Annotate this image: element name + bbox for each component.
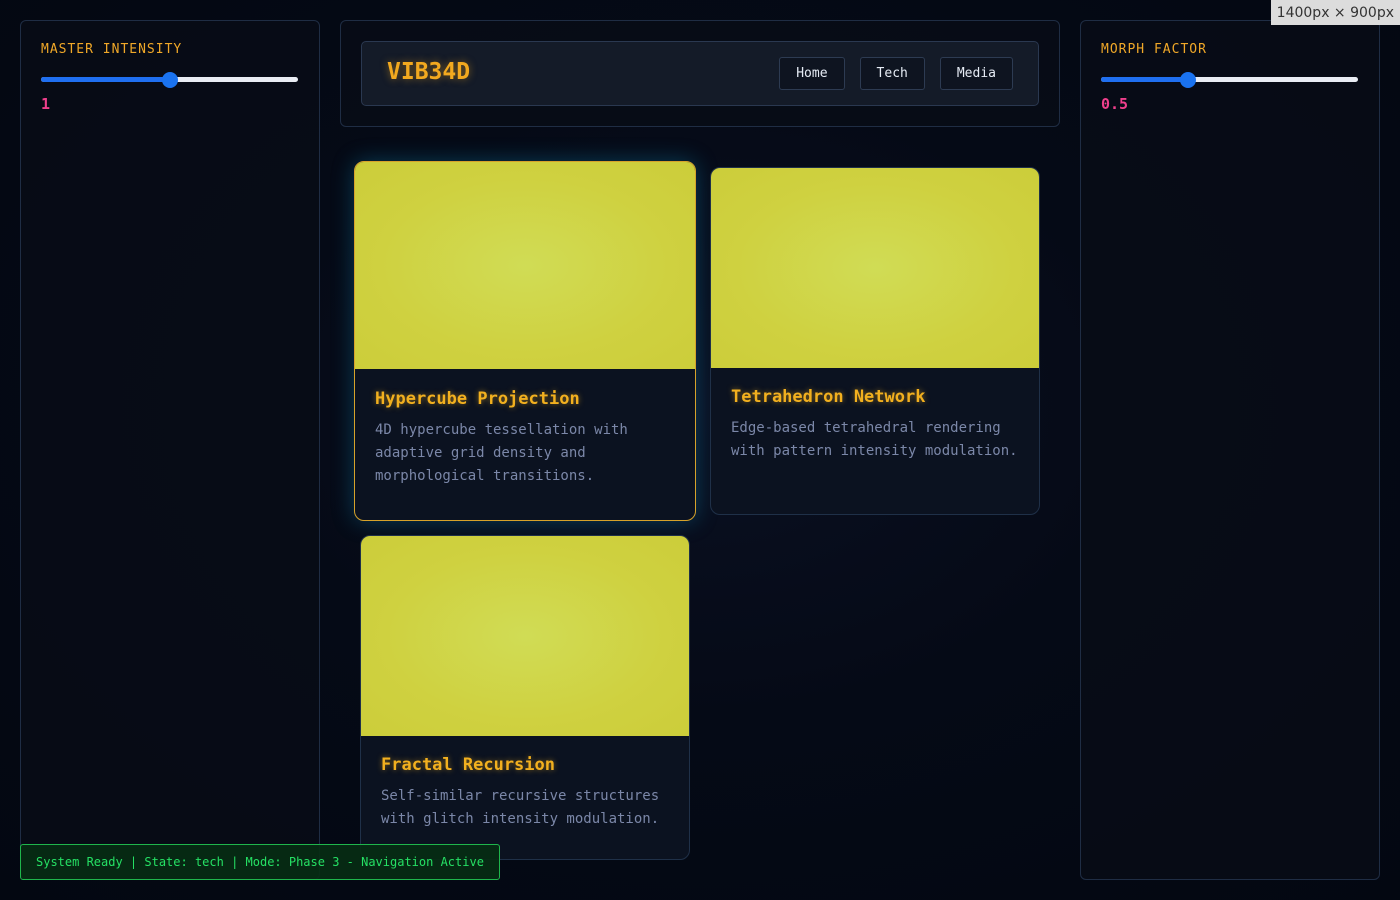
main-nav: Home Tech Media bbox=[779, 57, 1013, 90]
dimension-tag: 1400px × 900px bbox=[1270, 0, 1400, 25]
card-body: Fractal Recursion Self-similar recursive… bbox=[361, 755, 689, 831]
card-body: Hypercube Projection 4D hypercube tessel… bbox=[355, 389, 695, 488]
morph-factor-panel: MORPH FACTOR 0.5 bbox=[1080, 20, 1380, 880]
master-intensity-label: MASTER INTENSITY bbox=[41, 42, 183, 57]
slider-fill bbox=[41, 77, 170, 82]
card-hypercube-projection[interactable]: Hypercube Projection 4D hypercube tessel… bbox=[354, 161, 696, 521]
card-description: Edge-based tetrahedral rendering with pa… bbox=[731, 420, 1018, 459]
card-body: Tetrahedron Network Edge-based tetrahedr… bbox=[711, 387, 1039, 463]
card-description: 4D hypercube tessellation with adaptive … bbox=[375, 422, 628, 484]
card-title: Tetrahedron Network bbox=[731, 387, 926, 407]
card-visual-canvas bbox=[711, 168, 1039, 368]
card-title: Hypercube Projection bbox=[375, 389, 580, 409]
status-bar: System Ready | State: tech | Mode: Phase… bbox=[20, 844, 500, 880]
slider-thumb[interactable] bbox=[1180, 72, 1197, 88]
header-bar: VIB34D Home Tech Media bbox=[361, 41, 1039, 106]
card-tetrahedron-network[interactable]: Tetrahedron Network Edge-based tetrahedr… bbox=[710, 167, 1040, 515]
morph-factor-slider[interactable] bbox=[1101, 70, 1358, 90]
card-title: Fractal Recursion bbox=[381, 755, 555, 775]
card-visual-canvas bbox=[355, 162, 695, 369]
header-frame: VIB34D Home Tech Media bbox=[340, 20, 1060, 127]
card-fractal-recursion[interactable]: Fractal Recursion Self-similar recursive… bbox=[360, 535, 690, 860]
card-description: Self-similar recursive structures with g… bbox=[381, 788, 660, 827]
slider-thumb[interactable] bbox=[161, 72, 178, 88]
master-intensity-value: 1 bbox=[41, 95, 51, 113]
nav-tech-button[interactable]: Tech bbox=[859, 57, 925, 90]
morph-factor-label: MORPH FACTOR bbox=[1101, 42, 1207, 57]
brand-logo[interactable]: VIB34D bbox=[387, 59, 470, 85]
nav-home-button[interactable]: Home bbox=[779, 57, 845, 90]
slider-fill bbox=[1101, 77, 1189, 82]
morph-factor-value: 0.5 bbox=[1101, 95, 1129, 113]
card-visual-canvas bbox=[361, 536, 689, 736]
master-intensity-slider[interactable] bbox=[41, 70, 298, 90]
nav-media-button[interactable]: Media bbox=[939, 57, 1013, 90]
master-intensity-panel: MASTER INTENSITY 1 bbox=[20, 20, 320, 880]
